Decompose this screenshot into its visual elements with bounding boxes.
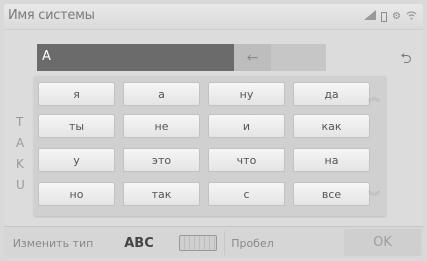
suggestion-key[interactable]: как	[293, 114, 370, 138]
title-bar: Имя системы ⚙	[4, 4, 423, 30]
suggestion-key[interactable]: это	[123, 148, 200, 172]
suggestion-key[interactable]: но	[38, 182, 115, 206]
suggestion-key[interactable]: все	[293, 182, 370, 206]
backspace-icon: ←	[246, 49, 259, 66]
suggestion-key[interactable]: ты	[38, 114, 115, 138]
abc-mode-button[interactable]: ABC	[114, 231, 164, 255]
background-key: U	[16, 178, 25, 192]
suggestion-key[interactable]: у	[38, 148, 115, 172]
background-key: A	[16, 136, 25, 150]
keyboard-icon	[179, 235, 217, 251]
back-button[interactable]: ⮌	[397, 50, 415, 68]
ok-button[interactable]: OK	[344, 229, 421, 256]
input-field-extension	[271, 44, 326, 71]
wifi-icon	[406, 10, 417, 24]
suggestion-key[interactable]: не	[123, 114, 200, 138]
background-keyboard: T A K U	[16, 112, 25, 196]
input-value: A	[42, 49, 51, 64]
page-title: Имя системы	[8, 8, 95, 23]
backspace-button[interactable]: ←	[234, 44, 271, 71]
suggestion-key[interactable]: с	[208, 182, 285, 206]
suggestion-key[interactable]: я	[38, 82, 115, 106]
space-button[interactable]: Пробел	[224, 231, 280, 255]
change-type-button[interactable]: Изменить тип	[8, 231, 98, 255]
suggestion-key[interactable]: на	[293, 148, 370, 172]
back-icon: ⮌	[400, 51, 412, 67]
background-key: K	[16, 157, 24, 171]
bottom-toolbar: Изменить тип ABC Пробел OK	[4, 226, 423, 257]
screen: Имя системы ⚙ A ← ⮌ T A K U я а ну да ты…	[4, 4, 423, 257]
status-area: ⚙	[364, 10, 417, 24]
suggestion-key[interactable]: да	[293, 82, 370, 106]
suggestion-popup: я а ну да ты не и как у это что на но та…	[34, 76, 386, 216]
suggestion-key[interactable]: так	[123, 182, 200, 206]
signal-icon	[364, 10, 377, 24]
keyboard-layout-button[interactable]	[174, 231, 222, 255]
suggestion-key[interactable]: что	[208, 148, 285, 172]
text-input-field[interactable]: A	[37, 44, 234, 71]
battery-icon	[381, 12, 388, 22]
background-key: T	[16, 115, 24, 129]
suggestion-key[interactable]: и	[208, 114, 285, 138]
scroll-down-icon[interactable]: ︾	[368, 188, 380, 205]
suggestion-key[interactable]: а	[123, 82, 200, 106]
suggestion-key[interactable]: ну	[208, 82, 285, 106]
gear-icon: ⚙	[392, 11, 401, 22]
scroll-up-icon[interactable]: ︽	[368, 88, 380, 105]
